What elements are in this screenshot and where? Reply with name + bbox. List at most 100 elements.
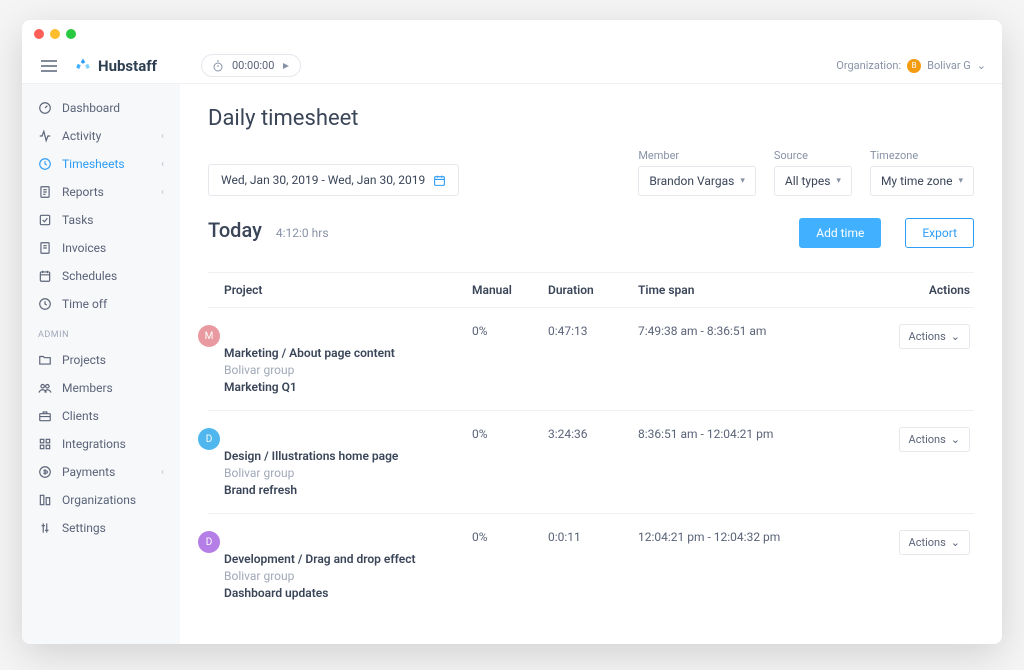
sidebar-item-settings[interactable]: Settings [22, 514, 180, 542]
settings-icon [38, 521, 52, 535]
sidebar-item-payments[interactable]: Payments ‹ [22, 458, 180, 486]
project-group: Bolivar group [224, 363, 472, 377]
report-icon [38, 185, 52, 199]
sidebar-item-projects[interactable]: Projects [22, 346, 180, 374]
sidebar-item-label: Schedules [62, 269, 117, 283]
sidebar-item-label: Invoices [62, 241, 106, 255]
filter-member-select[interactable]: Brandon Vargas▾ [638, 166, 756, 196]
chevron-down-icon: ⌄ [951, 536, 960, 549]
window-maximize-icon[interactable] [66, 29, 76, 39]
page-title: Daily timesheet [208, 106, 974, 131]
project-badge: D [198, 531, 220, 553]
avatar[interactable]: B [907, 59, 921, 73]
row-actions-button[interactable]: Actions ⌄ [899, 530, 970, 555]
activity-icon [38, 129, 52, 143]
cell-timespan: 7:49:38 am - 8:36:51 am [638, 324, 890, 338]
date-range-value: Wed, Jan 30, 2019 - Wed, Jan 30, 2019 [221, 173, 425, 187]
sidebar-item-clients[interactable]: Clients [22, 402, 180, 430]
col-project: Project [212, 283, 472, 297]
sidebar-item-reports[interactable]: Reports ‹ [22, 178, 180, 206]
col-actions: Actions [890, 283, 970, 297]
add-time-button[interactable]: Add time [799, 218, 881, 248]
chevron-left-icon: ‹ [161, 187, 164, 198]
project-task: Dashboard updates [224, 586, 472, 600]
timer-widget[interactable]: 00:00:00 [201, 54, 301, 77]
sidebar-item-label: Dashboard [62, 101, 120, 115]
sidebar-item-schedules[interactable]: Schedules [22, 262, 180, 290]
org-label: Organization: [836, 59, 901, 72]
calendar-icon [38, 269, 52, 283]
timer-value: 00:00:00 [232, 59, 274, 72]
menu-button[interactable] [38, 55, 60, 77]
sidebar-item-label: Payments [62, 465, 115, 479]
brand-logo[interactable]: Hubstaff [74, 57, 157, 75]
window-minimize-icon[interactable] [50, 29, 60, 39]
cell-timespan: 12:04:21 pm - 12:04:32 pm [638, 530, 890, 544]
cell-manual: 0% [472, 427, 548, 441]
project-badge: M [198, 325, 220, 347]
cell-duration: 0:0:11 [548, 530, 638, 544]
filter-member-label: Member [638, 149, 756, 162]
payments-icon [38, 465, 52, 479]
date-range-picker[interactable]: Wed, Jan 30, 2019 - Wed, Jan 30, 2019 [208, 164, 459, 196]
today-hours: 4:12:0 hrs [276, 226, 329, 240]
gauge-icon [38, 101, 52, 115]
sidebar-item-label: Time off [62, 297, 107, 311]
filter-timezone-select[interactable]: My time zone▾ [870, 166, 974, 196]
hubstaff-logo-icon [74, 57, 92, 75]
brand-name: Hubstaff [98, 57, 157, 75]
topbar: Hubstaff 00:00:00 Organization: B Boliva… [22, 48, 1002, 84]
chevron-left-icon: ‹ [161, 467, 164, 478]
sidebar-item-time-off[interactable]: Time off [22, 290, 180, 318]
sidebar-item-integrations[interactable]: Integrations [22, 430, 180, 458]
chevron-down-icon[interactable]: ⌄ [977, 59, 986, 72]
table-row: DDevelopment / Drag and drop effectBoliv… [208, 513, 974, 616]
sidebar-item-label: Timesheets [62, 157, 125, 171]
sidebar-item-organizations[interactable]: Organizations [22, 486, 180, 514]
chevron-left-icon: ‹ [161, 159, 164, 170]
project-badge: D [198, 428, 220, 450]
sidebar-item-members[interactable]: Members [22, 374, 180, 402]
filter-source-select[interactable]: All types▾ [774, 166, 852, 196]
cell-duration: 3:24:36 [548, 427, 638, 441]
clock-icon [38, 157, 52, 171]
project-group: Bolivar group [224, 466, 472, 480]
sidebar-item-label: Members [62, 381, 113, 395]
project-task: Brand refresh [224, 483, 472, 497]
user-name: Bolivar G [927, 59, 971, 72]
sidebar-item-invoices[interactable]: Invoices [22, 234, 180, 262]
briefcase-icon [38, 409, 52, 423]
sidebar-item-label: Activity [62, 129, 101, 143]
sidebar-item-label: Reports [62, 185, 104, 199]
project-task: Marketing Q1 [224, 380, 472, 394]
project-name: Marketing / About page content [224, 346, 472, 360]
sidebar-item-label: Clients [62, 409, 99, 423]
table-header: Project Manual Duration Time span Action… [208, 272, 974, 307]
check-icon [38, 213, 52, 227]
sidebar-item-label: Integrations [62, 437, 126, 451]
integrations-icon [38, 437, 52, 451]
chevron-down-icon: ⌄ [951, 330, 960, 343]
cell-timespan: 8:36:51 am - 12:04:21 pm [638, 427, 890, 441]
export-button[interactable]: Export [905, 218, 974, 248]
sidebar-item-label: Settings [62, 521, 106, 535]
filter-timezone-label: Timezone [870, 149, 974, 162]
members-icon [38, 381, 52, 395]
row-actions-button[interactable]: Actions ⌄ [899, 324, 970, 349]
filter-source-label: Source [774, 149, 852, 162]
chevron-down-icon: ▾ [958, 176, 963, 186]
project-name: Development / Drag and drop effect [224, 552, 472, 566]
sidebar-item-dashboard[interactable]: Dashboard [22, 94, 180, 122]
sidebar-item-tasks[interactable]: Tasks [22, 206, 180, 234]
row-actions-button[interactable]: Actions ⌄ [899, 427, 970, 452]
sidebar-item-label: Projects [62, 353, 106, 367]
table-row: DDesign / Illustrations home pageBolivar… [208, 410, 974, 513]
col-manual: Manual [472, 283, 548, 297]
sidebar-item-activity[interactable]: Activity‹ [22, 122, 180, 150]
sidebar-item-timesheets[interactable]: Timesheets ‹ [22, 150, 180, 178]
sidebar-item-label: Tasks [62, 213, 94, 227]
window-close-icon[interactable] [34, 29, 44, 39]
play-icon [282, 62, 290, 70]
window-titlebar [22, 20, 1002, 48]
nav-section-admin: ADMIN [22, 318, 180, 346]
